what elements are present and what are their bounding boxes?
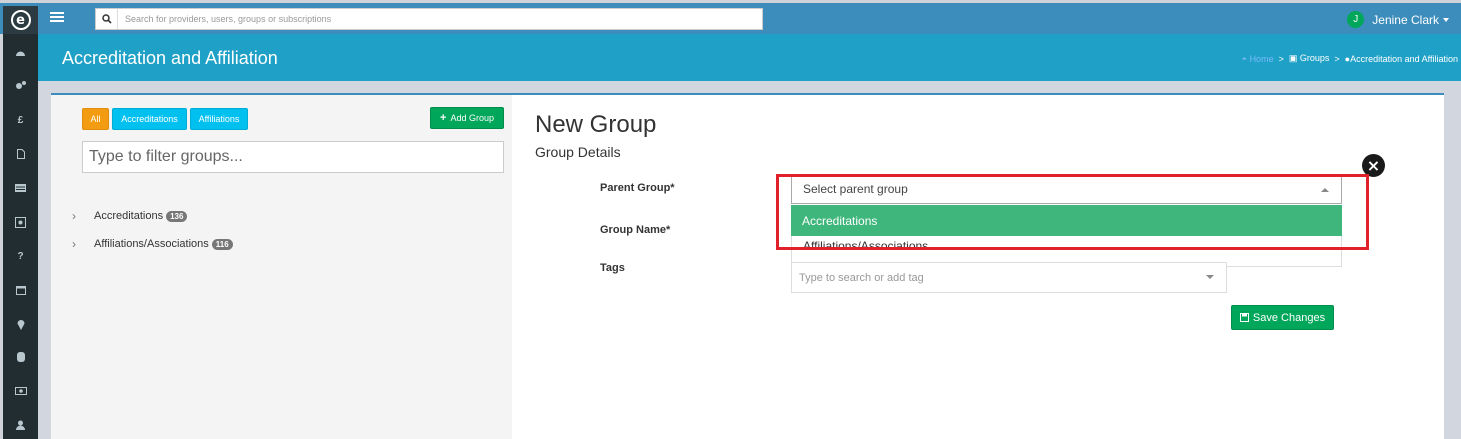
- tags-input[interactable]: Type to search or add tag: [791, 262, 1227, 293]
- global-search: [95, 8, 763, 30]
- save-label: Save Changes: [1252, 311, 1326, 324]
- chevron-down-icon[interactable]: [1206, 275, 1214, 279]
- user-name: Jenine Clark: [1372, 12, 1439, 27]
- filter-affiliations-button[interactable]: Affiliations: [190, 108, 248, 130]
- form-title: New Group: [535, 111, 657, 138]
- menu-toggle-icon[interactable]: [50, 10, 64, 24]
- dashboard-icon: ◓: [1241, 53, 1248, 64]
- plus-icon: +: [440, 112, 447, 124]
- tags-placeholder: Type to search or add tag: [799, 271, 924, 284]
- sidebar: £ ?: [3, 34, 38, 439]
- page-header: Accreditation and Affiliation ◓ Home > ▣…: [38, 34, 1461, 81]
- groups-icon[interactable]: [3, 213, 38, 231]
- chevron-right-icon[interactable]: ›: [72, 237, 88, 251]
- dashboard-icon[interactable]: [3, 43, 38, 61]
- breadcrumb-separator: >: [1334, 53, 1340, 64]
- user-icon[interactable]: [3, 416, 38, 434]
- chevron-right-icon[interactable]: ›: [72, 209, 88, 223]
- add-group-button[interactable]: + Add Group: [430, 107, 504, 129]
- tree-item-accreditations[interactable]: › Accreditations 136: [72, 209, 188, 223]
- save-changes-button[interactable]: Save Changes: [1231, 305, 1334, 330]
- parent-group-label: Parent Group*: [600, 182, 675, 194]
- groups-icon: ▣: [1288, 53, 1298, 63]
- breadcrumb-home[interactable]: ◓ Home: [1242, 54, 1274, 64]
- breadcrumb-groups[interactable]: ▣ Groups: [1289, 53, 1330, 64]
- group-name-label: Group Name*: [600, 224, 671, 236]
- money-icon[interactable]: [3, 382, 38, 400]
- search-input[interactable]: [118, 14, 758, 24]
- annotation-highlight-box: [776, 174, 1369, 250]
- tags-label: Tags: [600, 262, 625, 274]
- sidebar-item-finance[interactable]: £: [3, 111, 38, 129]
- breadcrumb-current: ●Accreditation and Affiliation: [1344, 53, 1458, 64]
- filter-all-button[interactable]: All: [82, 108, 109, 130]
- map-marker-icon[interactable]: [3, 315, 38, 333]
- count-badge: 116: [211, 238, 233, 250]
- top-navbar: e J Jenine Clark: [0, 0, 1461, 34]
- search-icon[interactable]: [96, 9, 118, 29]
- avatar: J: [1347, 11, 1365, 28]
- tree-item-label: Accreditations: [94, 210, 164, 222]
- settings-icon[interactable]: [3, 76, 38, 94]
- filter-accreditations-button[interactable]: Accreditations: [112, 108, 187, 130]
- calendar-icon[interactable]: [3, 281, 38, 299]
- add-group-label: Add Group: [450, 113, 494, 123]
- breadcrumb: ◓ Home > ▣ Groups > ●Accreditation and A…: [1242, 53, 1458, 64]
- sidebar-item-help[interactable]: ?: [3, 247, 38, 265]
- app-logo[interactable]: e: [3, 6, 38, 34]
- list-icon[interactable]: [3, 179, 38, 197]
- page-title: Accreditation and Affiliation: [62, 48, 278, 68]
- group-filter-input[interactable]: [82, 141, 504, 173]
- save-icon: [1239, 313, 1249, 322]
- document-icon[interactable]: [3, 145, 38, 163]
- database-icon[interactable]: [3, 348, 38, 366]
- user-menu[interactable]: J Jenine Clark: [1347, 11, 1449, 28]
- form-subtitle: Group Details: [535, 144, 621, 160]
- tree-item-label: Affiliations/Associations: [94, 238, 209, 250]
- breadcrumb-separator: >: [1278, 53, 1284, 64]
- count-badge: 136: [166, 210, 188, 222]
- logo-icon: e: [10, 10, 31, 30]
- tree-item-affiliations[interactable]: › Affiliations/Associations 116: [72, 237, 233, 251]
- caret-down-icon: [1443, 17, 1449, 22]
